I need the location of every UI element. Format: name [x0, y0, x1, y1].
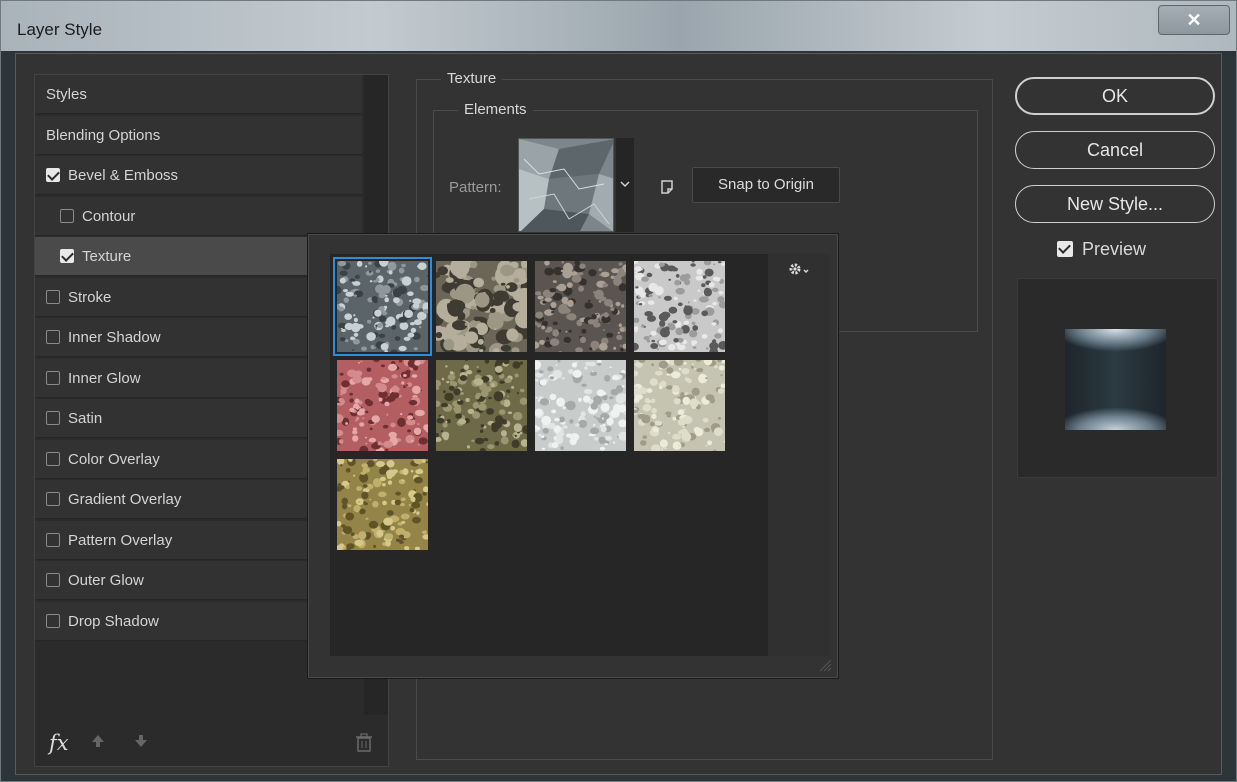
pattern-dropdown-button[interactable] — [616, 138, 634, 232]
style-item-label: Pattern Overlay — [68, 531, 173, 549]
style-preview — [1017, 278, 1218, 478]
style-checkbox[interactable] — [60, 208, 74, 223]
style-item[interactable]: Bevel & Emboss — [35, 156, 362, 195]
pattern-thumbnail-marble[interactable] — [535, 360, 626, 451]
style-item-label: Bevel & Emboss — [68, 167, 179, 184]
style-checkbox[interactable] — [46, 411, 60, 425]
pattern-thumbnail-gravel[interactable] — [535, 261, 626, 352]
pattern-swatch[interactable] — [518, 138, 614, 232]
style-item-label: Contour — [82, 207, 136, 225]
trash-icon[interactable] — [355, 733, 377, 757]
preview-checkbox-box[interactable] — [1057, 241, 1073, 257]
style-item-label: Outer Glow — [68, 572, 144, 589]
style-checkbox[interactable] — [46, 330, 60, 344]
dialog-title: Layer Style — [17, 20, 103, 39]
pattern-thumbnail-pale-stone[interactable] — [634, 360, 725, 451]
style-item-label: Blending Options — [46, 126, 161, 144]
layer-style-dialog: Layer Style ✕ Styles Blending Options Beve… — [0, 0, 1237, 782]
dialog-body: Styles Blending Options Bevel & Emboss Cont… — [15, 53, 1222, 775]
ok-button[interactable]: OK — [1015, 77, 1215, 115]
style-checkbox[interactable] — [46, 451, 60, 466]
arrow-down-icon[interactable] — [130, 733, 152, 755]
style-checkbox[interactable] — [46, 573, 60, 587]
style-checkbox[interactable] — [60, 249, 74, 263]
style-checkbox[interactable] — [46, 492, 60, 506]
arrow-up-icon[interactable] — [87, 733, 109, 755]
pattern-swatch-image — [519, 139, 613, 231]
pattern-thumbnail-granite[interactable] — [634, 261, 725, 352]
fx-icon[interactable]: fx — [49, 731, 69, 755]
style-checkbox[interactable] — [46, 168, 60, 182]
preview-swatch — [1065, 329, 1166, 430]
pattern-picker-popup — [307, 233, 839, 679]
snap-to-origin-button[interactable]: Snap to Origin — [692, 167, 840, 203]
style-item-label: Texture — [82, 248, 132, 265]
style-item-label: Drop Shadow — [68, 612, 159, 630]
cancel-button[interactable]: Cancel — [1015, 131, 1215, 169]
texture-group-label: Texture — [441, 70, 503, 87]
style-item-label: Inner Shadow — [68, 329, 161, 346]
style-item-label: Satin — [68, 410, 103, 427]
close-button[interactable]: ✕ — [1158, 5, 1230, 35]
style-item-label: Gradient Overlay — [68, 491, 182, 508]
style-item-label: Styles — [46, 86, 87, 103]
chevron-down-icon — [620, 181, 630, 188]
preview-label: Preview — [1082, 239, 1147, 259]
resize-grip-icon[interactable] — [818, 658, 832, 672]
texture-group: Texture Elements Pattern: Snap to Origin — [307, 70, 993, 760]
pattern-grid — [330, 254, 768, 656]
pattern-thumbnail-red-rocks[interactable] — [337, 360, 428, 451]
new-style-button[interactable]: New Style... — [1015, 185, 1215, 223]
style-checkbox[interactable] — [46, 613, 60, 628]
pattern-label: Pattern: — [449, 179, 502, 196]
preview-checkbox[interactable]: Preview — [1057, 239, 1146, 260]
style-checkbox[interactable] — [46, 289, 60, 304]
pattern-thumbnail-mossy-stone[interactable] — [436, 360, 527, 451]
style-list-footer: fx — [35, 729, 388, 767]
pattern-picker-scrollbar[interactable] — [768, 254, 830, 656]
new-preset-icon[interactable] — [659, 179, 675, 195]
pattern-thumbnail-pebbles[interactable] — [436, 261, 527, 352]
pattern-thumbnail-gray-stone[interactable] — [333, 257, 432, 356]
style-checkbox[interactable] — [46, 370, 60, 385]
elements-group-label: Elements — [458, 101, 533, 118]
style-checkbox[interactable] — [46, 532, 60, 547]
style-item-label: Color Overlay — [68, 450, 160, 468]
title-bar[interactable]: Layer Style ✕ — [1, 1, 1236, 51]
gear-icon[interactable] — [788, 262, 810, 281]
pattern-thumbnail-sand-gravel[interactable] — [337, 459, 428, 550]
style-item[interactable]: Styles — [35, 75, 362, 114]
style-item-label: Inner Glow — [68, 369, 141, 387]
style-item[interactable]: Blending Options — [35, 115, 362, 155]
style-item[interactable]: Contour — [35, 196, 362, 236]
style-item-label: Stroke — [68, 288, 112, 306]
